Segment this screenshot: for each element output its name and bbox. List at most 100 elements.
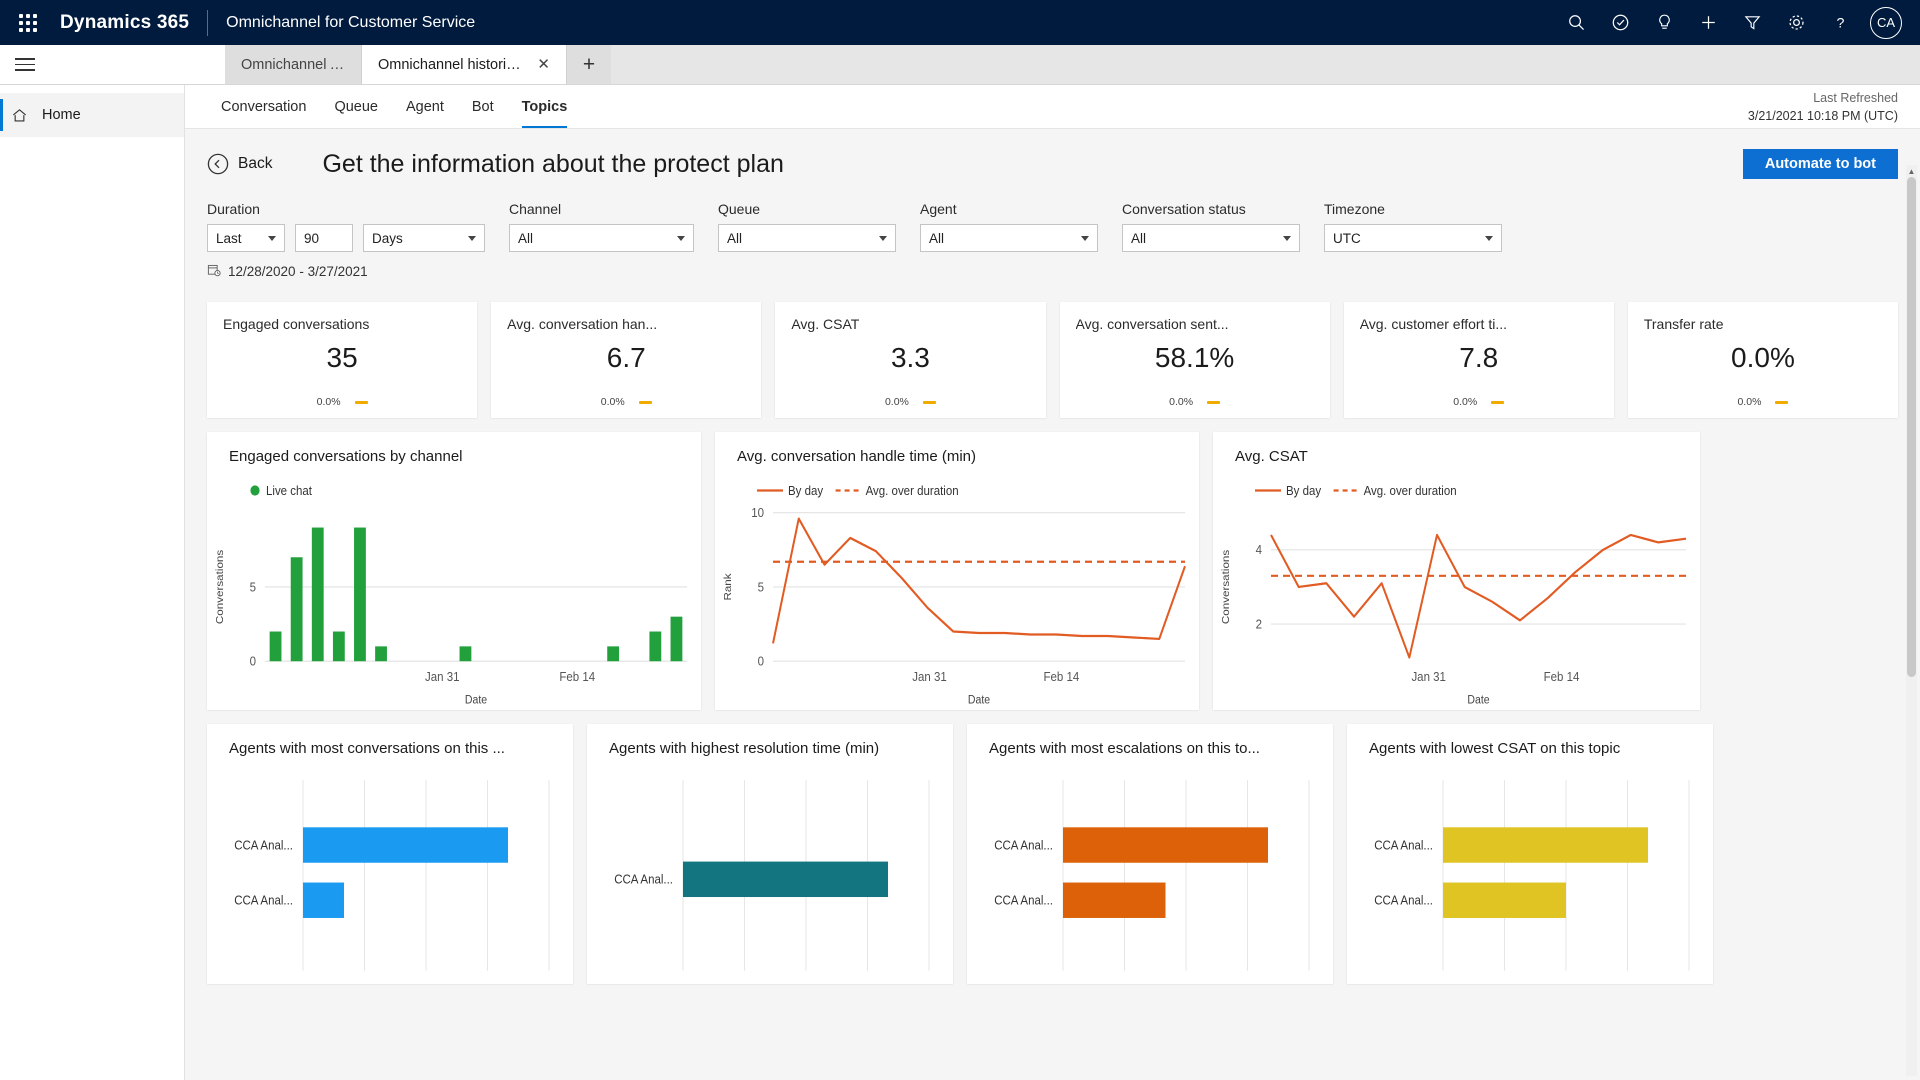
filter-group-duration: Duration Last 90 Days	[207, 201, 485, 252]
trend-flat-icon	[1491, 400, 1505, 404]
chart-canvas: CCA Anal... CCA Anal...	[207, 767, 573, 984]
tab-label: Queue	[334, 98, 378, 115]
gear-icon[interactable]	[1774, 0, 1818, 45]
trend-flat-icon	[638, 400, 652, 404]
chart-agents-highest-resolution-time[interactable]: Agents with highest resolution time (min…	[587, 724, 953, 984]
date-range-label: 12/28/2020 - 3/27/2021	[228, 264, 368, 279]
svg-text:CCA Anal...: CCA Anal...	[994, 838, 1053, 853]
app-name[interactable]: Omnichannel for Customer Service	[226, 14, 475, 32]
kpi-card-1[interactable]: Avg. conversation han... 6.7 0.0%	[491, 302, 762, 418]
filter-value: Days	[372, 230, 403, 246]
chart-engaged-conversations-by-channel[interactable]: Engaged conversations by channel Live ch…	[207, 432, 701, 710]
svg-text:Date: Date	[465, 694, 487, 707]
svg-text:0: 0	[758, 654, 765, 669]
filter-controls: UTC	[1324, 224, 1502, 252]
tab-queue[interactable]: Queue	[320, 85, 392, 128]
svg-text:Jan 31: Jan 31	[425, 670, 460, 685]
tab-label: Conversation	[221, 98, 307, 115]
help-icon[interactable]: ?	[1818, 0, 1862, 45]
tab-agent[interactable]: Agent	[392, 85, 458, 128]
kpi-card-5[interactable]: Transfer rate 0.0% 0.0%	[1627, 302, 1899, 418]
kpi-delta-percent: 0.0%	[316, 396, 341, 408]
filter-controls: All	[509, 224, 694, 252]
filter-controls: All	[718, 224, 896, 252]
back-arrow-icon	[207, 153, 229, 175]
app-tab-omnichannel-historical-analytics[interactable]: Omnichannel historical an... ✕	[362, 45, 567, 84]
report-tabs: Conversation Queue Agent Bot Topics Last…	[185, 85, 1920, 129]
chevron-down-icon	[1485, 235, 1493, 241]
back-button[interactable]: Back	[207, 153, 272, 175]
kpi-card-4[interactable]: Avg. customer effort ti... 7.8 0.0%	[1343, 302, 1614, 418]
sidebar-item-home[interactable]: Home	[0, 93, 184, 137]
chart-agents-most-conversations[interactable]: Agents with most conversations on this .…	[207, 724, 573, 984]
svg-text:Feb 14: Feb 14	[1544, 670, 1580, 685]
filter-input-0-1[interactable]: 90	[295, 224, 353, 252]
new-tab-button[interactable]: +	[567, 45, 611, 84]
filter-select-4-0[interactable]: All	[1122, 224, 1300, 252]
chart-avg-csat[interactable]: Avg. CSAT By day Avg. over duration 2 4 Jan …	[1213, 432, 1700, 710]
filter-select-3-0[interactable]: All	[920, 224, 1098, 252]
kpi-title: Avg. conversation sent...	[1075, 316, 1229, 332]
svg-text:Live chat: Live chat	[266, 483, 313, 498]
svg-text:?: ?	[1836, 15, 1844, 31]
chart-row-agents: Agents with most conversations on this .…	[207, 724, 1898, 1008]
svg-text:Avg. over duration: Avg. over duration	[1364, 483, 1457, 498]
filter-icon[interactable]	[1730, 0, 1774, 45]
filter-group-agent: Agent All	[920, 201, 1098, 252]
trend-flat-icon	[1207, 400, 1221, 404]
vertical-scrollbar[interactable]	[1906, 177, 1917, 1076]
check-circle-icon[interactable]	[1598, 0, 1642, 45]
svg-text:Feb 14: Feb 14	[559, 670, 595, 685]
automate-to-bot-button[interactable]: Automate to bot	[1742, 149, 1898, 179]
tab-conversation[interactable]: Conversation	[207, 85, 320, 128]
kpi-card-0[interactable]: Engaged conversations 35 0.0%	[207, 302, 478, 418]
kpi-value: 7.8	[1459, 342, 1499, 373]
brand-title[interactable]: Dynamics 365	[60, 12, 189, 34]
calendar-icon	[207, 263, 221, 280]
filter-select-1-0[interactable]: All	[509, 224, 694, 252]
svg-text:Conversations: Conversations	[214, 549, 225, 624]
kpi-delta: 0.0%	[1360, 396, 1598, 408]
avatar[interactable]: CA	[1870, 6, 1902, 39]
site-map-toggle-icon[interactable]	[0, 45, 49, 84]
chevron-down-icon	[1081, 235, 1089, 241]
chart-agents-lowest-csat[interactable]: Agents with lowest CSAT on this topic CC…	[1347, 724, 1713, 984]
chevron-down-icon	[1283, 235, 1291, 241]
filter-bar: Duration Last 90 Days Channel All Queue All Agen…	[207, 201, 1898, 252]
filter-controls: All	[1122, 224, 1300, 252]
kpi-card-2[interactable]: Avg. CSAT 3.3 0.0%	[775, 302, 1046, 418]
filter-controls: All	[920, 224, 1098, 252]
tab-bot[interactable]: Bot	[458, 85, 508, 128]
filter-controls: Last 90 Days	[207, 224, 485, 252]
filter-value: Last	[216, 230, 242, 246]
tab-label: Bot	[471, 98, 494, 115]
last-refreshed-value: 3/21/2021 10:18 PM (UTC)	[1747, 108, 1898, 123]
search-icon[interactable]	[1554, 0, 1598, 45]
tab-strip: Omnichannel Age... Omnichannel historica…	[0, 45, 1920, 85]
filter-select-0-0[interactable]: Last	[207, 224, 285, 252]
filter-value: UTC	[1333, 230, 1361, 246]
filter-select-0-2[interactable]: Days	[363, 224, 485, 252]
kpi-card-3[interactable]: Avg. conversation sent... 58.1% 0.0%	[1059, 302, 1330, 418]
kpi-title: Avg. customer effort ti...	[1359, 316, 1508, 332]
filter-select-5-0[interactable]: UTC	[1324, 224, 1502, 252]
chart-agents-most-escalations[interactable]: Agents with most escalations on this to.…	[967, 724, 1333, 984]
scrollbar-thumb[interactable]	[1907, 177, 1916, 677]
app-tab-omnichannel-agent[interactable]: Omnichannel Age...	[225, 45, 362, 84]
tab-topics[interactable]: Topics	[508, 85, 582, 128]
app-launcher-waffle-icon[interactable]	[8, 3, 48, 43]
back-label: Back	[238, 155, 273, 172]
trend-flat-icon	[1775, 400, 1789, 404]
kpi-value: 6.7	[606, 342, 646, 373]
svg-text:Feb 14: Feb 14	[1044, 670, 1080, 685]
chart-title: Avg. CSAT	[1235, 448, 1308, 465]
chart-title: Agents with highest resolution time (min…	[609, 740, 880, 757]
close-icon[interactable]: ✕	[537, 57, 550, 72]
chart-canvas: By day Avg. over duration 0 5 10 Jan 31 Feb 14…	[715, 475, 1199, 710]
tabstrip-left-gap	[49, 45, 225, 84]
app-header: Dynamics 365 Omnichannel for Customer Se…	[0, 0, 1920, 45]
plus-icon[interactable]	[1686, 0, 1730, 45]
lightbulb-icon[interactable]	[1642, 0, 1686, 45]
filter-select-2-0[interactable]: All	[718, 224, 896, 252]
chart-avg-conversation-handle-time[interactable]: Avg. conversation handle time (min) By d…	[715, 432, 1199, 710]
